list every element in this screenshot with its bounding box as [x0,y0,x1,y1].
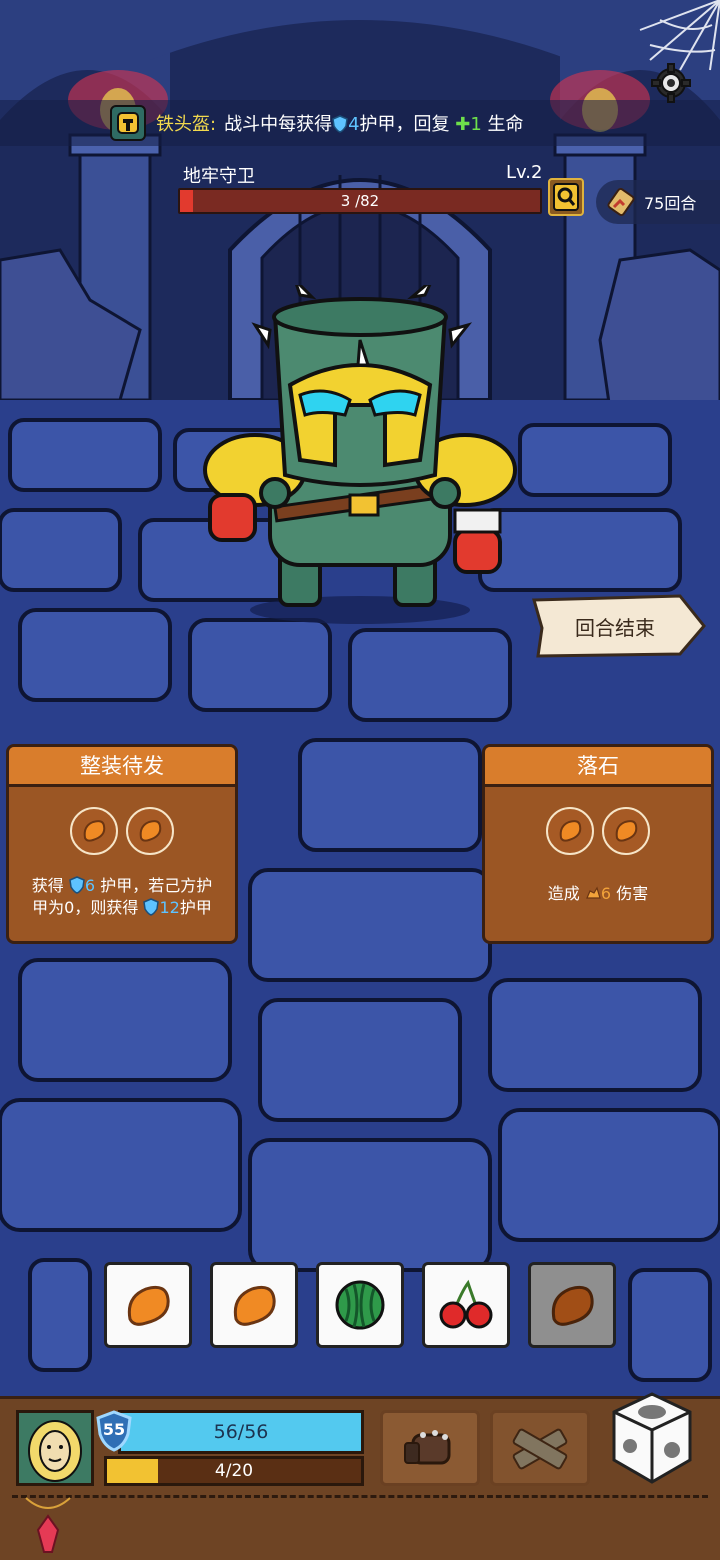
player-hp-bar: 56/56 [118,1410,364,1454]
dice-slot[interactable] [126,807,174,855]
die-sweet-potato[interactable] [210,1262,298,1348]
card-dice-slots [9,807,235,855]
armor-icon [332,115,348,133]
enemy-hp-bar: 3 /82 [178,188,542,214]
enemy-name: 地牢守卫 [183,166,255,187]
sweet-potato-icon [615,820,638,842]
equipment-slot-gauntlet[interactable] [380,1410,480,1486]
card-desc-text: 护甲 [179,898,212,917]
dice-slot[interactable] [546,807,594,855]
card-desc-text: 甲为0，则获得 [32,898,139,917]
gauntlet-icon [404,1430,451,1465]
gear-icon[interactable] [650,62,692,104]
enemy-hp-text: 3 /82 [340,192,380,210]
relic-info-bar: 铁头盔: 战斗中每获得 4护甲，回复 ✚1 生命 [0,100,720,146]
sweet-potato-icon [83,820,106,842]
dice-slot[interactable] [602,807,650,855]
sweet-potato-icon [233,1285,276,1326]
magnifier-icon [553,183,579,211]
card-armor-amount: 12 [159,898,180,917]
relic-name: 铁头盔: [156,114,217,135]
card-desc-text: 造成 [547,884,580,903]
card-armor-amount: 6 [84,876,96,895]
sweet-potato-icon [551,1285,594,1326]
bandage-icon [512,1428,568,1470]
helmet-icon[interactable] [110,105,146,141]
die-watermelon[interactable] [316,1262,404,1348]
dice-slot[interactable] [70,807,118,855]
player-hp-text: 56/56 [213,1421,269,1443]
gem-pendant-icon[interactable] [22,1494,74,1558]
die-sweet-potato-used [528,1262,616,1348]
skill-card-left[interactable]: 整装待发 获得 6 护甲，若己方护 甲为0，则获得 12护甲 [6,744,238,944]
end-turn-label: 回合结束 [575,615,655,640]
skill-card-right[interactable]: 落石 造成 6 伤害 [482,744,714,944]
heal-plus-icon: ✚ [455,114,471,135]
card-dice-slots [485,807,711,855]
dungeon-guard-enemy[interactable] [200,285,520,625]
relic-desc-text: 战斗中每获得 [224,114,333,135]
relic-desc-text: 护甲，回复 [359,114,450,135]
avatar [19,1413,91,1483]
game-screen: 铁头盔: 战斗中每获得 4护甲，回复 ✚1 生命 地牢守卫 Lv.2 3 /82 [0,0,720,1560]
relic-description: 战斗中每获得 4护甲，回复 ✚1 生命 [224,110,523,136]
roll-dice-button[interactable] [610,1390,694,1486]
turn-counter: 75回合 [596,180,720,224]
end-turn-button[interactable]: 回合结束 [530,594,706,658]
scroll-icon [607,188,635,216]
enemy-level: Lv.2 [506,162,543,183]
enemy-intent-button[interactable] [548,178,584,216]
card-description: 获得 6 护甲，若己方护 甲为0，则获得 12护甲 [9,875,235,919]
armor-icon [69,876,85,894]
card-desc-text: 获得 [31,876,64,895]
player-shield-badge: 55 [96,1410,132,1452]
sweet-potato-icon [559,820,582,842]
armor-icon [143,898,160,916]
sweet-potato-icon [139,820,162,842]
player-xp-text: 4/20 [214,1461,254,1481]
rock-damage-icon [585,886,601,899]
card-title: 落石 [485,747,711,787]
die-cherry[interactable] [422,1262,510,1348]
card-desc-text: 伤害 [616,884,649,903]
card-desc-text: 护甲，若己方护 [100,876,213,895]
card-title: 整装待发 [9,747,235,787]
player-xp-bar: 4/20 [104,1456,364,1486]
hud-divider [12,1495,708,1498]
relic-heal-amount: 1 [470,114,482,135]
die-sweet-potato[interactable] [104,1262,192,1348]
relic-armor-amount: 4 [348,114,360,135]
turn-count-label: 75回合 [644,194,697,213]
player-portrait[interactable] [16,1410,94,1486]
cherry-icon [439,1279,493,1329]
player-shield-level: 55 [102,1420,126,1439]
sweet-potato-icon [127,1285,170,1326]
equipment-slot-bandage[interactable] [490,1410,590,1486]
card-damage-amount: 6 [600,884,612,903]
relic-desc-text: 生命 [487,114,524,135]
card-description: 造成 6 伤害 [485,883,711,905]
watermelon-icon [335,1280,385,1330]
